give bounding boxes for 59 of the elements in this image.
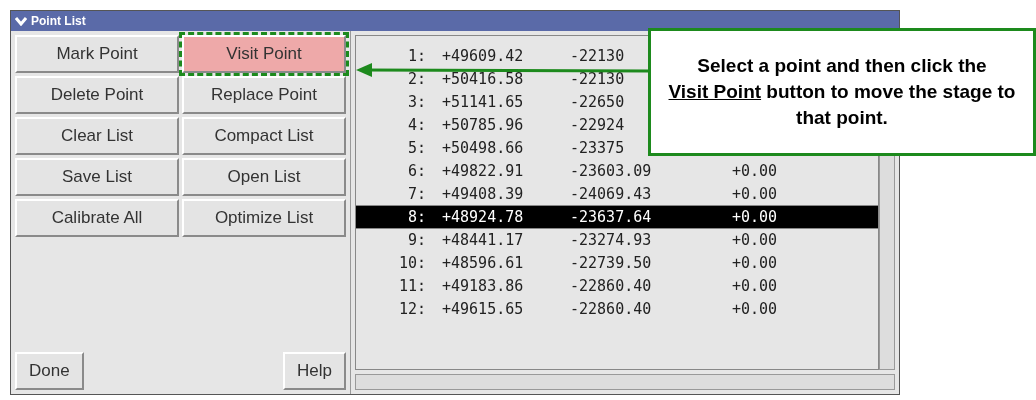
y-cell-text: -23603.09 <box>570 160 653 182</box>
index-cell-text: 1: <box>406 45 426 67</box>
x-cell-text: +48924.78 <box>442 206 525 228</box>
x-cell-text: +49609.42 <box>442 45 525 67</box>
y-cell-text: -22650 <box>570 91 626 113</box>
y-cell-text: -22860.40 <box>570 275 653 297</box>
index-cell-text: 10: <box>397 252 426 274</box>
index-cell-text: 3: <box>406 91 426 113</box>
x-cell-text: +50416.58 <box>442 68 525 90</box>
footer-button[interactable]: Done <box>15 352 84 390</box>
z-cell-text: +0.00 <box>732 298 778 320</box>
index-cell-text: 5: <box>406 137 426 159</box>
callout-text: Select a point and then click the Visit Point button to move the stage to that point. <box>667 54 1017 130</box>
action-button[interactable]: Compact List <box>182 117 346 155</box>
action-button[interactable]: Optimize List <box>182 199 346 237</box>
y-cell-text: -23375 <box>570 137 626 159</box>
y-cell-text: -22739.50 <box>570 252 653 274</box>
y-cell-text: -22924 <box>570 114 626 136</box>
index-cell-text: 12: <box>397 298 426 320</box>
x-cell-text: +50785.96 <box>442 114 525 136</box>
y-cell-text: -22860.40 <box>570 298 653 320</box>
x-cell-text: +48441.17 <box>442 229 525 251</box>
x-cell-text: +49822.91 <box>442 160 525 182</box>
y-cell-text: -23637.64 <box>570 206 653 228</box>
index-cell-text: 2: <box>406 68 426 90</box>
window-title: Point List <box>31 13 86 30</box>
x-cell-text: +49183.86 <box>442 275 525 297</box>
y-cell-text: -22130 <box>570 45 626 67</box>
z-cell-text: +0.00 <box>732 160 778 182</box>
z-cell-text: +0.00 <box>732 252 778 274</box>
action-button[interactable]: Clear List <box>15 117 179 155</box>
x-cell-text: +49408.39 <box>442 183 525 205</box>
footer-button[interactable]: Help <box>283 352 346 390</box>
action-button[interactable]: Open List <box>182 158 346 196</box>
action-button[interactable]: Save List <box>15 158 179 196</box>
action-button[interactable]: Visit Point <box>182 35 346 73</box>
y-cell-text: -22130 <box>570 68 626 90</box>
horizontal-scrollbar[interactable] <box>355 374 895 390</box>
z-cell-text: +0.00 <box>732 275 778 297</box>
z-cell-text: +0.00 <box>732 206 778 228</box>
x-cell-text: +48596.61 <box>442 252 525 274</box>
x-cell-text: +50498.66 <box>442 137 525 159</box>
action-button[interactable]: Replace Point <box>182 76 346 114</box>
y-cell-text: -24069.43 <box>570 183 653 205</box>
z-cell-text: +0.00 <box>732 183 778 205</box>
index-cell-text: 8: <box>406 206 426 228</box>
index-cell-text: 11: <box>397 275 426 297</box>
x-cell-text: +51141.65 <box>442 91 525 113</box>
z-cell-text: +0.00 <box>732 229 778 251</box>
index-cell-text: 7: <box>406 183 426 205</box>
action-button[interactable]: Calibrate All <box>15 199 179 237</box>
index-cell-text: 4: <box>406 114 426 136</box>
x-cell-text: +49615.65 <box>442 298 525 320</box>
index-cell-text: 6: <box>406 160 426 182</box>
y-cell-text: -23274.93 <box>570 229 653 251</box>
action-button[interactable]: Mark Point <box>15 35 179 73</box>
action-button[interactable]: Delete Point <box>15 76 179 114</box>
chevron-down-icon[interactable] <box>15 16 27 26</box>
index-cell-text: 9: <box>406 229 426 251</box>
